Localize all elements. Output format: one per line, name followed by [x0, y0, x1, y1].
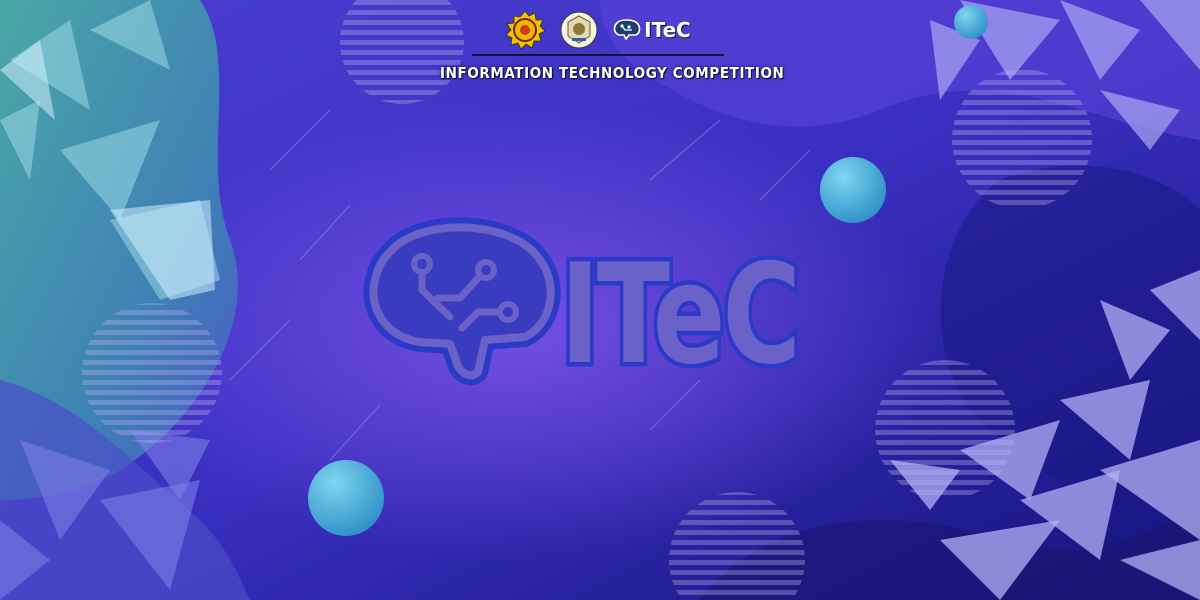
- university-seal-icon: [505, 10, 546, 50]
- itec-small-logo: ITeC: [613, 19, 691, 41]
- partner-logos: ITeC: [440, 8, 756, 52]
- brain-circuit-icon: [613, 19, 641, 41]
- competition-banner: ITeC INFORMATION TECHNOLOGY COMPETITION …: [0, 0, 1200, 600]
- header-divider: [472, 54, 724, 56]
- main-logo-wordmark: ITeC: [560, 234, 798, 392]
- itec-main-logo: ITeC: [363, 217, 807, 392]
- competition-subtitle: INFORMATION TECHNOLOGY COMPETITION: [440, 64, 785, 82]
- small-logo-text: ITeC: [644, 18, 691, 42]
- faculty-badge-icon: [560, 11, 598, 49]
- header: ITeC INFORMATION TECHNOLOGY COMPETITION: [440, 8, 785, 82]
- brain-circuit-icon: [363, 217, 561, 386]
